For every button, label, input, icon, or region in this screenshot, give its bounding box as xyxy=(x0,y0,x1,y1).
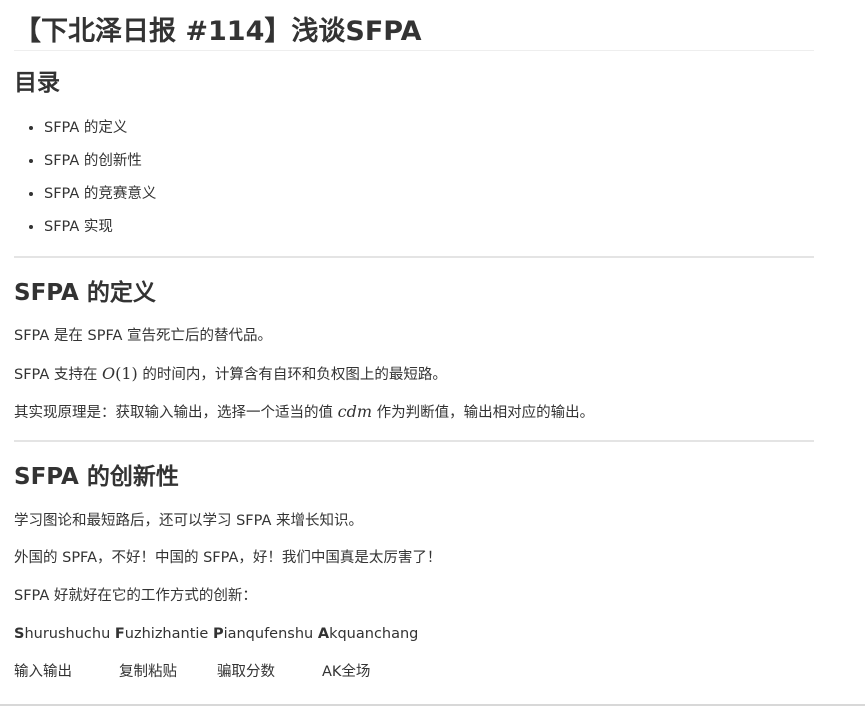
acronym-initial: F xyxy=(114,626,125,642)
innovation-heading: SFPA 的创新性 xyxy=(14,464,179,490)
definition-paragraph-3: 其实现原理是：获取输入输出，选择一个适当的值 cdm 作为判断值，输出相对应的输… xyxy=(14,401,594,424)
toc-link[interactable]: SFPA 的竞赛意义 xyxy=(44,186,156,202)
bottom-divider xyxy=(0,704,865,706)
section-divider xyxy=(14,256,814,258)
text: 其实现原理是：获取输入输出，选择一个适当的值 xyxy=(14,405,338,421)
text: 作为判断值，输出相对应的输出。 xyxy=(371,405,595,421)
meaning-cell: AK全场 xyxy=(322,664,371,680)
definition-heading: SFPA 的定义 xyxy=(14,280,156,306)
toc-heading: 目录 xyxy=(14,70,60,96)
meaning-cell: 骗取分数 xyxy=(217,664,275,680)
innovation-paragraph-3: SFPA 好就好在它的工作方式的创新： xyxy=(14,588,257,604)
acronym-rest: hurushuchu xyxy=(24,626,111,642)
innovation-paragraph-1: 学习图论和最短路后，还可以学习 SFPA 来增长知识。 xyxy=(14,513,363,529)
innovation-paragraph-2: 外国的 SPFA，不好！中国的 SFPA，好！我们中国真是太厉害了！ xyxy=(14,550,442,566)
definition-paragraph-1: SFPA 是在 SPFA 宣告死亡后的替代品。 xyxy=(14,328,272,344)
toc-link[interactable]: SFPA 实现 xyxy=(44,219,113,235)
text: SFPA 支持在 xyxy=(14,367,102,383)
acronym-line: Shurushuchu Fuzhizhantie Pianqufenshu Ak… xyxy=(14,623,418,645)
text: 的时间内，计算含有自环和负权图上的最短路。 xyxy=(137,367,447,383)
toc-item-innovation[interactable]: SFPA 的创新性 xyxy=(44,145,156,178)
definition-paragraph-2: SFPA 支持在 O(1) 的时间内，计算含有自环和负权图上的最短路。 xyxy=(14,363,447,386)
acronym-initial: S xyxy=(14,626,25,642)
acronym-rest: ianqufenshu xyxy=(223,626,314,642)
acronym-initial: A xyxy=(317,626,330,642)
meaning-cell: 复制粘贴 xyxy=(119,664,177,680)
meaning-cell: 输入输出 xyxy=(14,664,72,680)
page-title: 【下北泽日报 #114】浅谈SFPA xyxy=(14,14,814,51)
math-cdm: cdm xyxy=(337,402,372,421)
math-arg: (1) xyxy=(115,364,138,383)
acronym-initial: P xyxy=(212,626,224,642)
toc-item-implementation[interactable]: SFPA 实现 xyxy=(44,211,156,244)
math-big-o: O xyxy=(102,364,116,383)
acronym-rest: kquanchang xyxy=(329,626,419,642)
section-divider xyxy=(14,440,814,442)
toc-item-competition[interactable]: SFPA 的竞赛意义 xyxy=(44,178,156,211)
acronym-rest: uzhizhantie xyxy=(124,626,209,642)
toc-link[interactable]: SFPA 的定义 xyxy=(44,120,127,136)
toc-item-definition[interactable]: SFPA 的定义 xyxy=(44,112,156,145)
meanings-row: 输入输出 复制粘贴 骗取分数 AK全场 xyxy=(14,661,412,683)
toc-link[interactable]: SFPA 的创新性 xyxy=(44,153,142,169)
toc-list: SFPA 的定义 SFPA 的创新性 SFPA 的竞赛意义 SFPA 实现 xyxy=(14,112,156,244)
